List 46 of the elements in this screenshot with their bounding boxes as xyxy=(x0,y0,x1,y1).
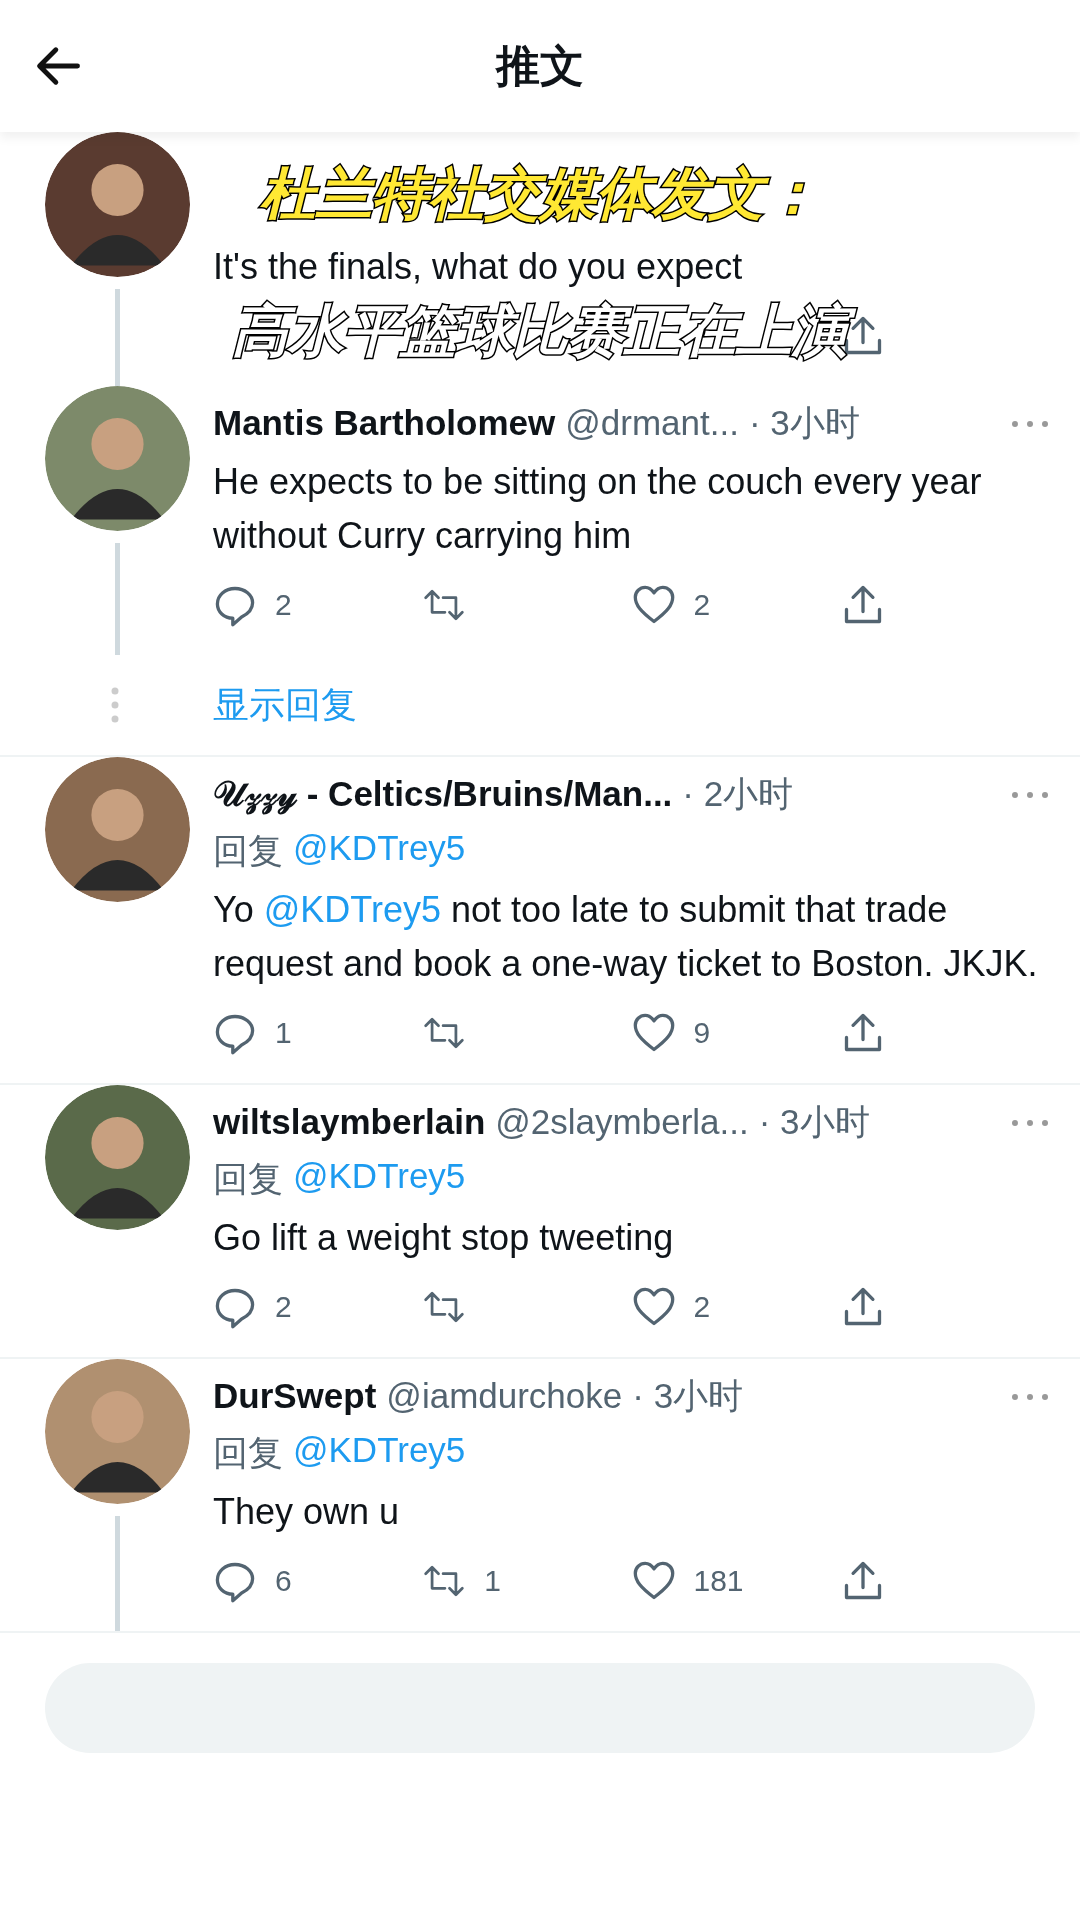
vertical-dots-icon xyxy=(110,685,120,725)
reply-label: 回复 xyxy=(213,1158,283,1200)
reply-count: 1 xyxy=(275,1016,292,1050)
mention-link[interactable]: @KDTrey5 xyxy=(263,889,441,930)
avatar[interactable] xyxy=(45,1085,190,1230)
video-caption: 高水平篮球比赛正在上演 xyxy=(220,294,860,368)
reply-count: 6 xyxy=(275,1564,292,1598)
more-icon[interactable] xyxy=(1010,1391,1050,1402)
avatar[interactable] xyxy=(45,1359,190,1504)
like-count: 9 xyxy=(693,1016,711,1050)
user-name[interactable]: Mantis Bartholomew xyxy=(213,403,556,443)
tweet-text: It's the finals, what do you expect xyxy=(213,245,744,289)
post-time: · 2小时 xyxy=(682,773,794,815)
user-name[interactable]: 𝒰𝓏𝓏𝓎 - Celtics/Bruins/Man... xyxy=(213,774,673,815)
mention-link[interactable]: @KDTrey5 xyxy=(293,1430,466,1477)
reply-count: 2 xyxy=(275,588,292,622)
avatar[interactable] xyxy=(45,386,190,531)
page-title: 推文 xyxy=(496,39,584,92)
avatar[interactable] xyxy=(45,132,190,277)
user-handle: @2slaymberla... xyxy=(495,1102,749,1142)
user-name[interactable]: DurSwept xyxy=(213,1376,377,1416)
video-caption: 杜兰特社交媒体发文： xyxy=(259,161,821,227)
tweet-text: Go lift a weight stop tweeting xyxy=(213,1216,675,1260)
more-icon[interactable] xyxy=(1010,789,1050,800)
user-name[interactable]: wiltslaymberlain xyxy=(213,1102,486,1142)
more-icon[interactable] xyxy=(1010,418,1050,429)
reply-label: 回复 xyxy=(213,1432,283,1474)
mention-link[interactable]: @KDTrey5 xyxy=(293,1156,466,1203)
like-count: 2 xyxy=(693,1290,711,1324)
post-time: · 3小时 xyxy=(632,1375,744,1417)
mention-link[interactable]: @KDTrey5 xyxy=(293,828,466,875)
like-count: 2 xyxy=(693,588,711,622)
retweet-count: 1 xyxy=(484,1564,501,1598)
more-icon[interactable] xyxy=(1010,1117,1050,1128)
show-replies-link[interactable]: 显示回复 xyxy=(213,680,357,730)
post-time: · 3小时 xyxy=(758,1101,870,1143)
tweet-text: They own u xyxy=(213,1490,401,1534)
tweet-text: He expects to be sitting on the couch every year without Curry carrying him xyxy=(213,460,983,558)
reply-label: 回复 xyxy=(213,830,283,872)
user-handle: @drmant... xyxy=(565,403,739,443)
post-time: · 3小时 xyxy=(748,402,860,444)
tweet-text: Yo @KDTrey5 not too late to submit that trade request and book a one-way ticket to Boston. JKJK. xyxy=(213,888,1039,986)
user-handle: @iamdurchoke xyxy=(386,1376,623,1416)
reply-count: 2 xyxy=(275,1290,292,1324)
like-count: 181 xyxy=(693,1564,744,1598)
avatar[interactable] xyxy=(45,757,190,902)
